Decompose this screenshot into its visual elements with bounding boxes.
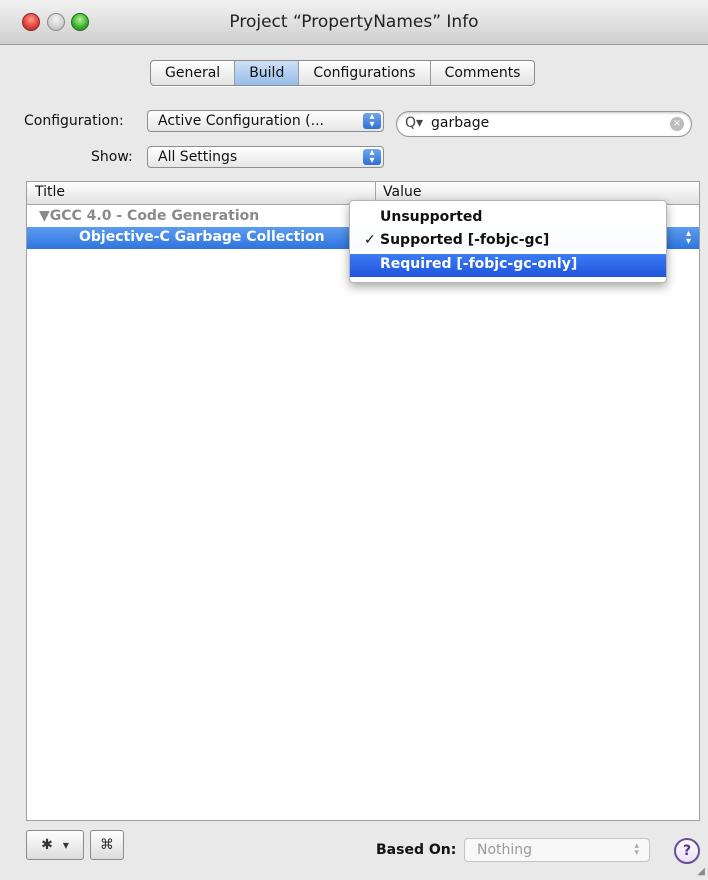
popup-arrows-icon[interactable]: ▴ ▾ <box>686 229 691 247</box>
based-on-label: Based On: <box>376 842 457 858</box>
popup-arrows-icon: ▴ ▾ <box>363 112 381 130</box>
group-row-label: ▼GCC 4.0 - Code Generation <box>39 208 260 224</box>
tab-configurations[interactable]: Configurations <box>299 61 431 85</box>
info-button[interactable]: ⌘ <box>90 830 124 860</box>
show-value: All Settings <box>158 149 238 165</box>
search-field[interactable]: Q▾ garbage × <box>396 111 692 137</box>
resize-grip-icon[interactable]: ◢ <box>697 866 705 877</box>
tab-general[interactable]: General <box>151 61 236 85</box>
configuration-popup[interactable]: Active Configuration (... ▴ ▾ <box>147 110 384 132</box>
show-popup[interactable]: All Settings ▴ ▾ <box>147 146 384 168</box>
popup-arrows-icon: ▴ ▾ <box>634 841 639 858</box>
based-on-value: Nothing <box>477 842 533 858</box>
window-title: Project “PropertyNames” Info <box>229 12 479 32</box>
menu-item-supported[interactable]: ✓ Supported [-fobjc-gc] <box>350 230 666 253</box>
menu-item-label: Unsupported <box>380 209 483 225</box>
menu-item-required[interactable]: Required [-fobjc-gc-only] <box>350 254 666 277</box>
column-header-title[interactable]: Title <box>35 184 65 200</box>
document-icon: ⌘ <box>100 837 114 853</box>
info-tabs: General Build Configurations Comments <box>150 60 536 86</box>
search-icon[interactable]: Q▾ <box>405 115 423 131</box>
configuration-label: Configuration: <box>24 113 124 129</box>
search-input[interactable]: garbage <box>431 115 489 131</box>
show-label: Show: <box>91 149 133 165</box>
tab-build[interactable]: Build <box>235 61 300 85</box>
value-dropdown-menu: Unsupported ✓ Supported [-fobjc-gc] Requ… <box>349 200 667 283</box>
checkmark-icon: ✓ <box>364 232 376 248</box>
setting-title: Objective-C Garbage Collection <box>79 229 325 245</box>
gear-action-button[interactable]: ✱ ▾ <box>26 830 84 860</box>
based-on-popup[interactable]: Nothing ▴ ▾ <box>464 838 650 862</box>
clear-search-icon[interactable]: × <box>670 117 684 131</box>
gear-icon: ✱ <box>41 837 53 853</box>
chevron-down-icon: ▾ <box>62 838 69 852</box>
configuration-value: Active Configuration (... <box>158 113 324 129</box>
tab-comments[interactable]: Comments <box>431 61 535 85</box>
menu-item-label: Required [-fobjc-gc-only] <box>380 256 578 272</box>
column-header-value[interactable]: Value <box>383 184 421 200</box>
menu-item-label: Supported [-fobjc-gc] <box>380 232 550 248</box>
title-bar: Project “PropertyNames” Info <box>0 0 708 45</box>
help-button[interactable]: ? <box>674 838 700 864</box>
menu-item-unsupported[interactable]: Unsupported <box>350 207 666 230</box>
popup-arrows-icon: ▴ ▾ <box>363 148 381 166</box>
